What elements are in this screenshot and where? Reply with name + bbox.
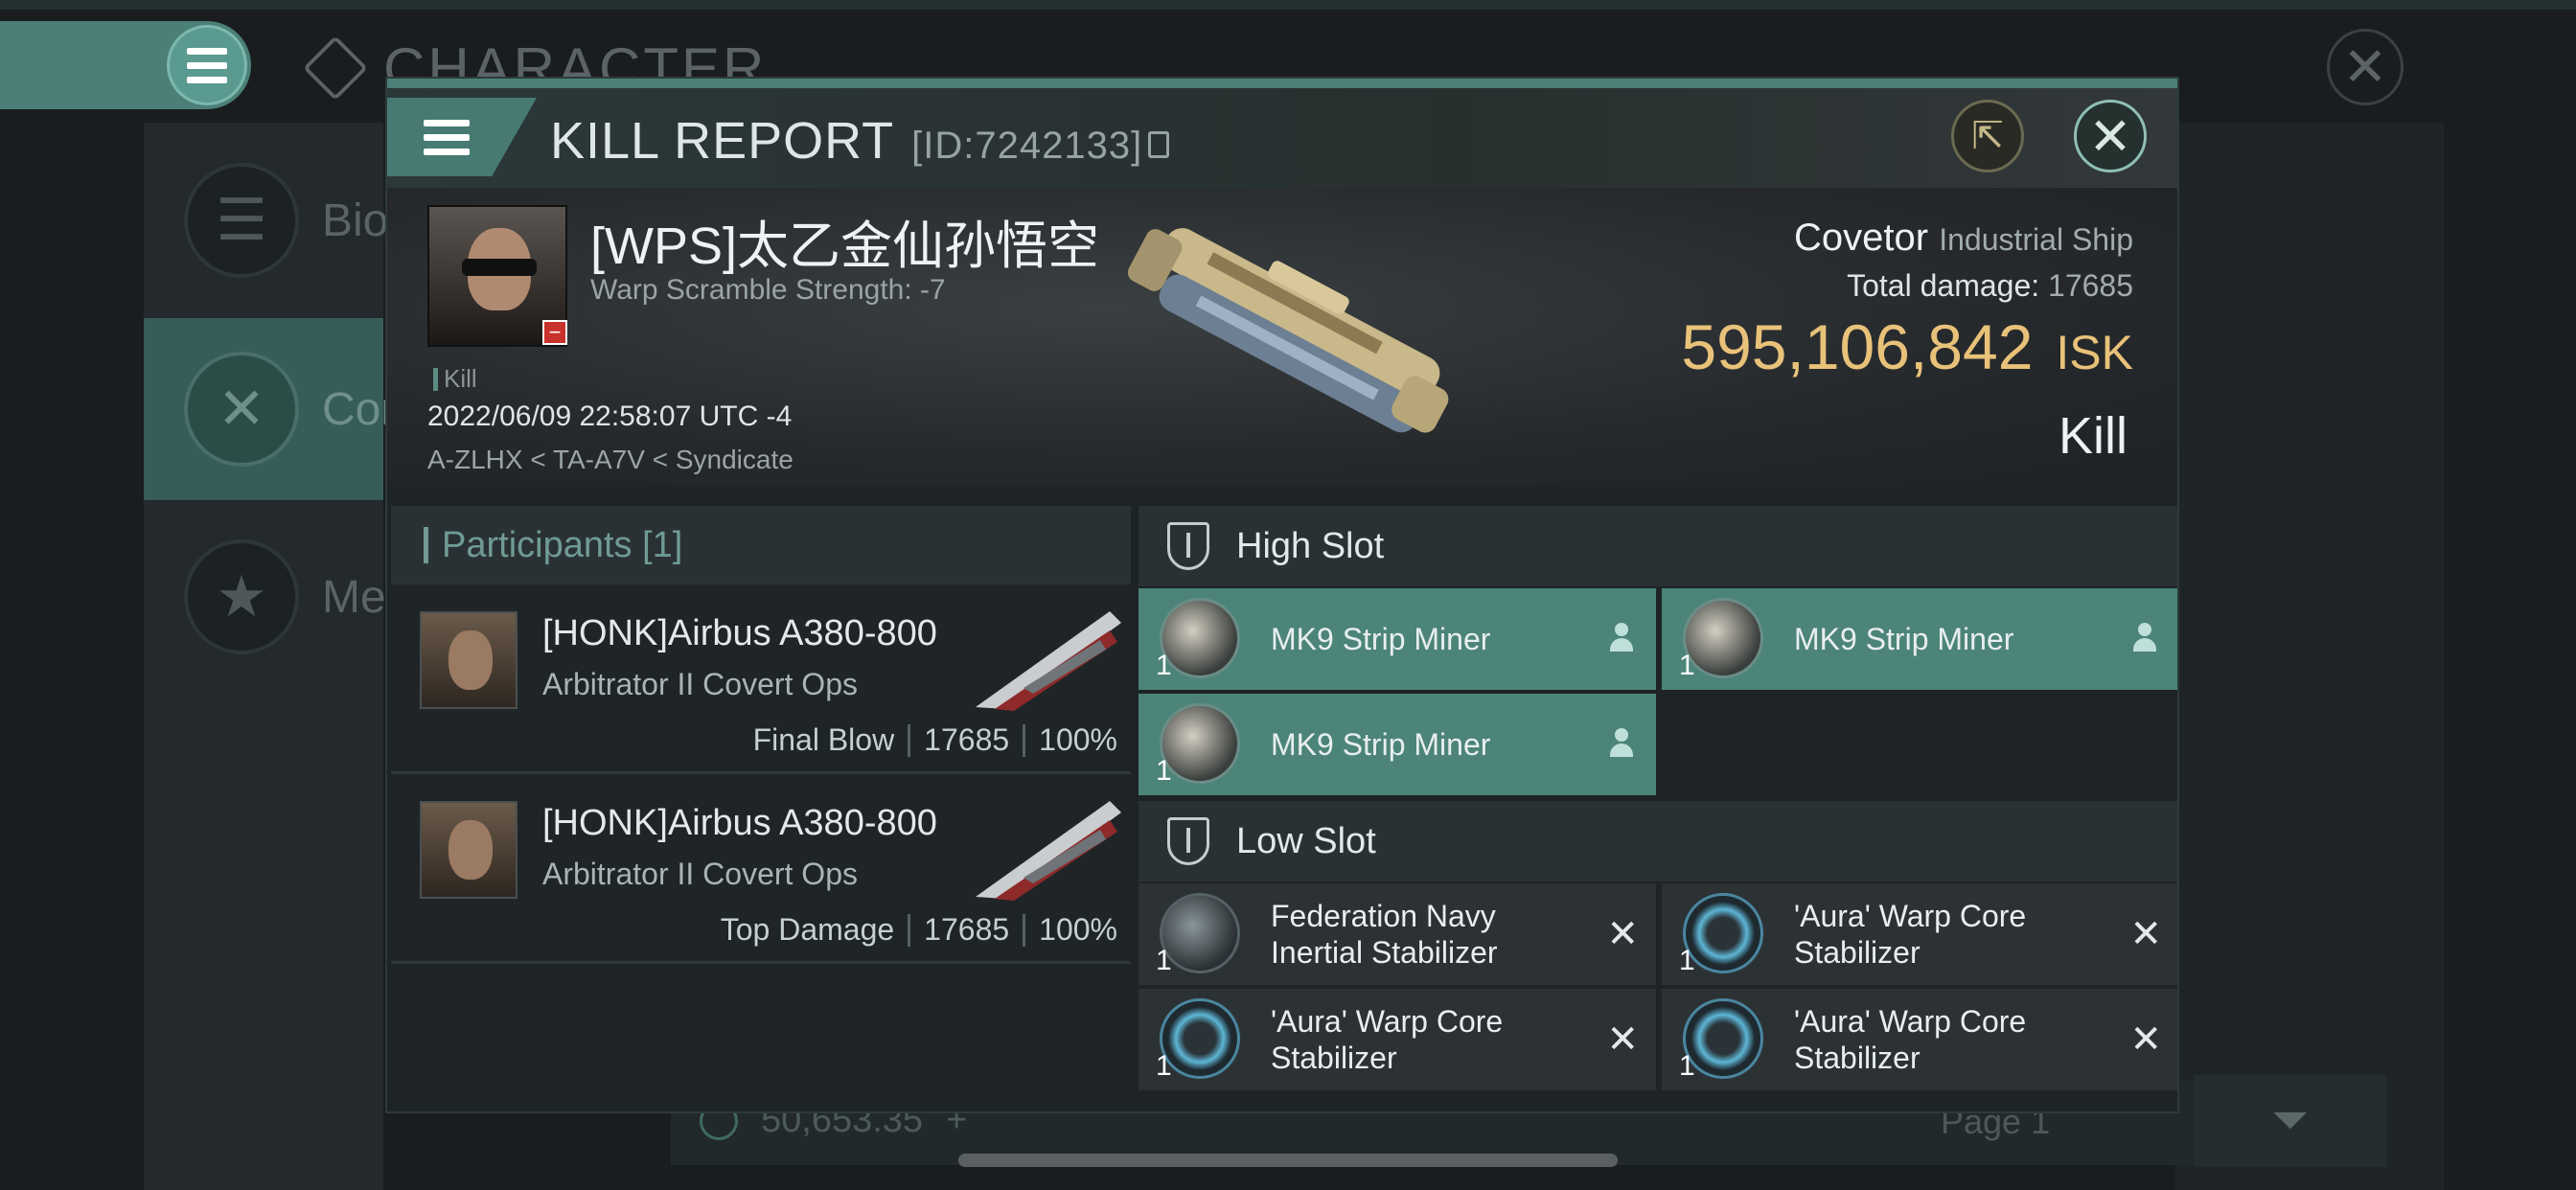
crossed-swords-icon: ✕ — [184, 352, 299, 467]
total-damage: Total damage: 17685 — [1847, 268, 2133, 303]
participant-stats: Top Damage 17685 100% — [720, 912, 1117, 947]
share-button[interactable]: ⇱ — [1951, 100, 2024, 172]
low-slot-grid: 1 Federation Navy Inertial Stabilizer ✕ … — [1138, 881, 2177, 1096]
module-item[interactable]: 1 'Aura' Warp Core Stabilizer ✕ — [1662, 989, 2177, 1090]
participant-ship-image — [976, 801, 1121, 901]
high-slot-header: High Slot — [1138, 506, 2177, 586]
module-item[interactable]: 1 'Aura' Warp Core Stabilizer ✕ — [1662, 883, 2177, 985]
kill-tag: Kill — [433, 364, 477, 394]
close-button[interactable]: ✕ — [2074, 100, 2147, 172]
dialog-title: KILL REPORT [ID:7242133] — [550, 111, 1170, 171]
kill-result-label: Kill — [2058, 407, 2128, 465]
share-icon: ⇱ — [1971, 115, 2004, 157]
module-item[interactable]: 1 MK9 Strip Miner — [1138, 694, 1656, 795]
dialog-accent-bar — [387, 79, 2177, 88]
victim-name[interactable]: [WPS]太乙金仙孙悟空 — [590, 203, 1099, 279]
participant-stats: Final Blow 17685 100% — [752, 722, 1117, 757]
pilot-icon — [1608, 728, 1635, 759]
kill-report-dialog: KILL REPORT [ID:7242133] ⇱ ✕ − [WPS]太乙金仙… — [385, 77, 2179, 1113]
home-indicator[interactable] — [958, 1154, 1618, 1167]
participant-ship-image — [976, 611, 1121, 711]
high-slot-icon — [1167, 522, 1209, 570]
participant-row[interactable]: [HONK]Airbus A380-800 Arbitrator II Cove… — [391, 584, 1131, 774]
destroyed-icon: ✕ — [1606, 1018, 1639, 1061]
standing-minus-icon: − — [542, 320, 567, 345]
filter-button[interactable]: ⏷ — [2195, 1075, 2386, 1167]
destroyed-icon: ✕ — [1606, 913, 1639, 955]
participant-name: [HONK]Airbus A380-800 — [542, 803, 937, 843]
sidebar-item-bio[interactable]: ☰ Bio — [144, 129, 388, 311]
participant-ship: Arbitrator II Covert Ops — [542, 857, 858, 891]
close-icon: ✕ — [2342, 36, 2388, 97]
kill-location[interactable]: A-ZLHX < TA-A7V < Syndicate — [427, 445, 794, 475]
sidebar-item-medals[interactable]: ★ Med — [144, 506, 411, 688]
low-slot-header: Low Slot — [1138, 801, 2177, 881]
low-slot-icon — [1167, 817, 1209, 865]
background-close-button[interactable]: ✕ — [2327, 29, 2404, 105]
sidebar-item-combat[interactable]: ✕ Com — [144, 318, 419, 500]
pilot-icon — [1608, 623, 1635, 653]
kill-id: [ID:7242133] — [911, 125, 1170, 168]
list-icon: ☰ — [184, 163, 299, 278]
hamburger-icon — [187, 47, 227, 83]
participant-row[interactable]: [HONK]Airbus A380-800 Arbitrator II Cove… — [391, 774, 1131, 964]
filter-icon: ⏷ — [2271, 1095, 2310, 1146]
module-item[interactable]: 1 Federation Navy Inertial Stabilizer ✕ — [1138, 883, 1656, 985]
fitting-panel: High Slot 1 MK9 Strip Miner 1 MK9 Strip … — [1138, 506, 2177, 1111]
star-badge-icon: ★ — [184, 539, 299, 654]
victim-portrait[interactable]: − — [427, 205, 567, 347]
victim-banner: − [WPS]太乙金仙孙悟空 Warp Scramble Strength: -… — [387, 188, 2177, 487]
destroyed-icon: ✕ — [2129, 1018, 2162, 1061]
character-icon — [303, 35, 368, 101]
covetor-ship-image[interactable] — [1096, 197, 1480, 475]
module-item[interactable]: 1 MK9 Strip Miner — [1662, 588, 2177, 690]
ship-name[interactable]: Covetor Industrial Ship — [1794, 217, 2133, 260]
participants-header: Participants [1] — [391, 506, 1131, 584]
dialog-menu-button[interactable] — [387, 98, 537, 176]
module-item[interactable]: 1 'Aura' Warp Core Stabilizer ✕ — [1138, 989, 1656, 1090]
module-item[interactable]: 1 MK9 Strip Miner — [1138, 588, 1656, 690]
destroyed-icon: ✕ — [2129, 913, 2162, 955]
hamburger-icon — [424, 119, 470, 155]
participants-panel: Participants [1] [HONK]Airbus A380-800 A… — [391, 506, 1131, 1111]
participant-ship: Arbitrator II Covert Ops — [542, 667, 858, 701]
participant-name: [HONK]Airbus A380-800 — [542, 613, 937, 653]
background-right-panel — [2175, 123, 2444, 1190]
participant-portrait — [420, 611, 518, 709]
main-menu-button[interactable] — [0, 21, 251, 109]
dialog-header: KILL REPORT [ID:7242133] ⇱ ✕ — [387, 88, 2177, 188]
participant-portrait — [420, 801, 518, 899]
copy-icon[interactable] — [1148, 131, 1170, 158]
warp-scramble-strength: Warp Scramble Strength: -7 — [590, 274, 946, 306]
close-icon: ✕ — [2088, 107, 2132, 166]
isk-value: 595,106,842 ISK — [1681, 311, 2133, 382]
pilot-icon — [2131, 623, 2158, 653]
high-slot-grid: 1 MK9 Strip Miner 1 MK9 Strip Miner 1 MK… — [1138, 586, 2177, 801]
kill-timestamp: 2022/06/09 22:58:07 UTC -4 — [427, 400, 793, 432]
